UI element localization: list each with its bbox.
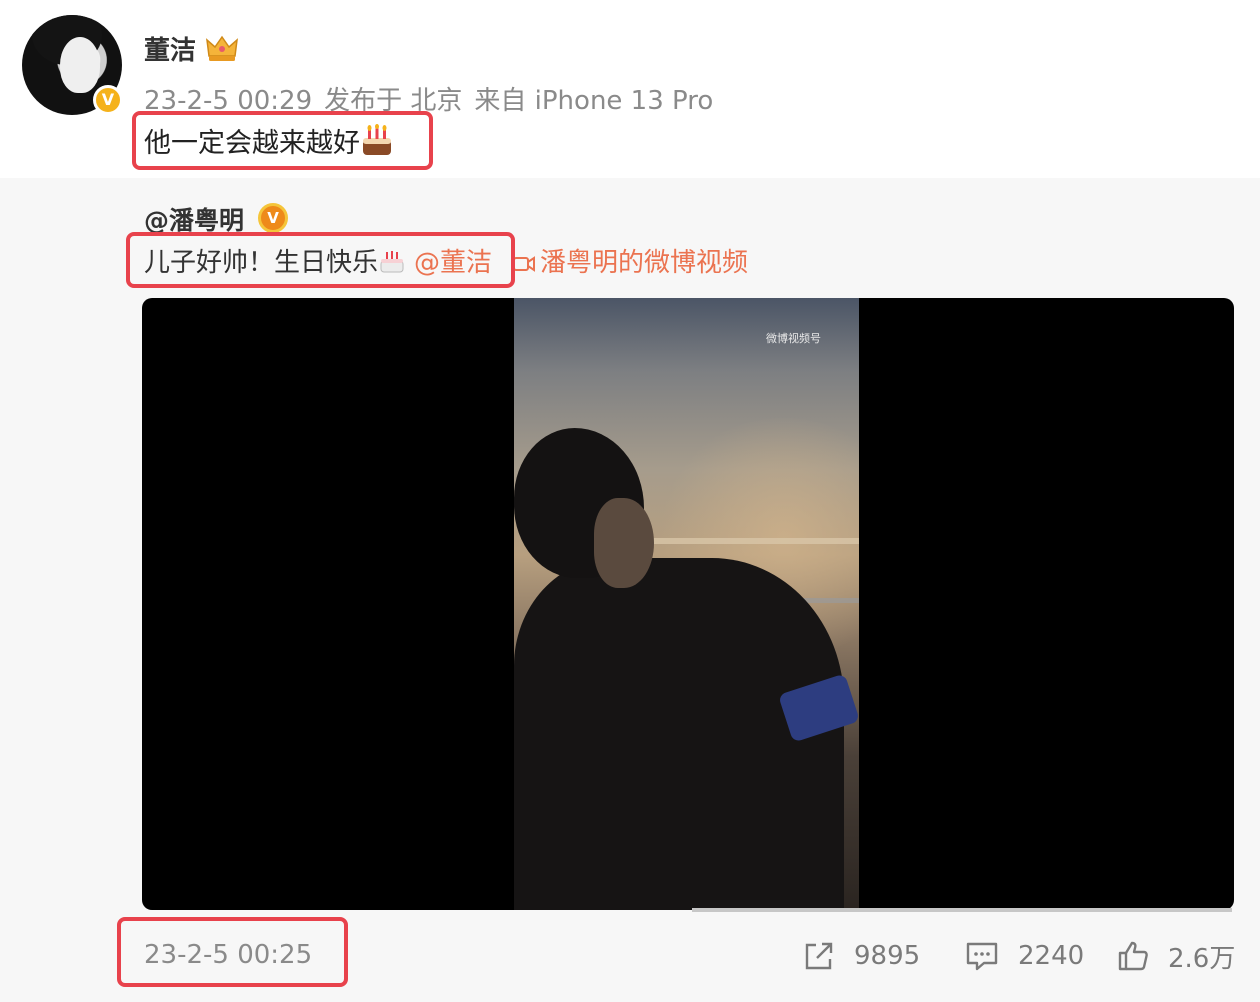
thumbs-up-icon bbox=[1118, 941, 1148, 971]
crown-icon bbox=[206, 35, 238, 61]
highlight-box-post-text bbox=[132, 111, 433, 170]
video-person-face bbox=[594, 498, 654, 588]
comment-action[interactable]: 2240 bbox=[964, 936, 1084, 976]
video-progress-bar[interactable] bbox=[692, 908, 1232, 912]
video-watermark: 微博视频号 bbox=[766, 332, 821, 345]
orange-verified-badge-icon: V bbox=[258, 203, 288, 233]
share-action[interactable]: 9895 bbox=[802, 936, 920, 976]
video-link[interactable]: 潘粤明的微博视频 bbox=[512, 242, 748, 279]
video-frame: 微博视频号 bbox=[514, 298, 859, 910]
video-railing bbox=[634, 538, 859, 544]
comment-icon bbox=[966, 942, 998, 971]
verified-badge-icon: V bbox=[93, 85, 123, 115]
highlight-box-repost-timestamp bbox=[117, 917, 348, 987]
like-action[interactable]: 2.6万 bbox=[1116, 936, 1235, 976]
comment-count: 2240 bbox=[1018, 941, 1085, 971]
video-player[interactable]: 微博视频号 bbox=[142, 298, 1234, 910]
post-source: 来自 iPhone 13 Pro bbox=[474, 86, 714, 116]
share-icon bbox=[805, 942, 833, 970]
like-count: 2.6万 bbox=[1168, 943, 1236, 974]
share-count: 9895 bbox=[854, 941, 921, 971]
video-camera-icon bbox=[513, 256, 535, 272]
avatar-face bbox=[60, 37, 100, 93]
highlight-box-repost-text bbox=[126, 232, 515, 288]
post-username[interactable]: 董洁 bbox=[144, 30, 196, 67]
video-link-label: 潘粤明的微博视频 bbox=[540, 248, 749, 278]
